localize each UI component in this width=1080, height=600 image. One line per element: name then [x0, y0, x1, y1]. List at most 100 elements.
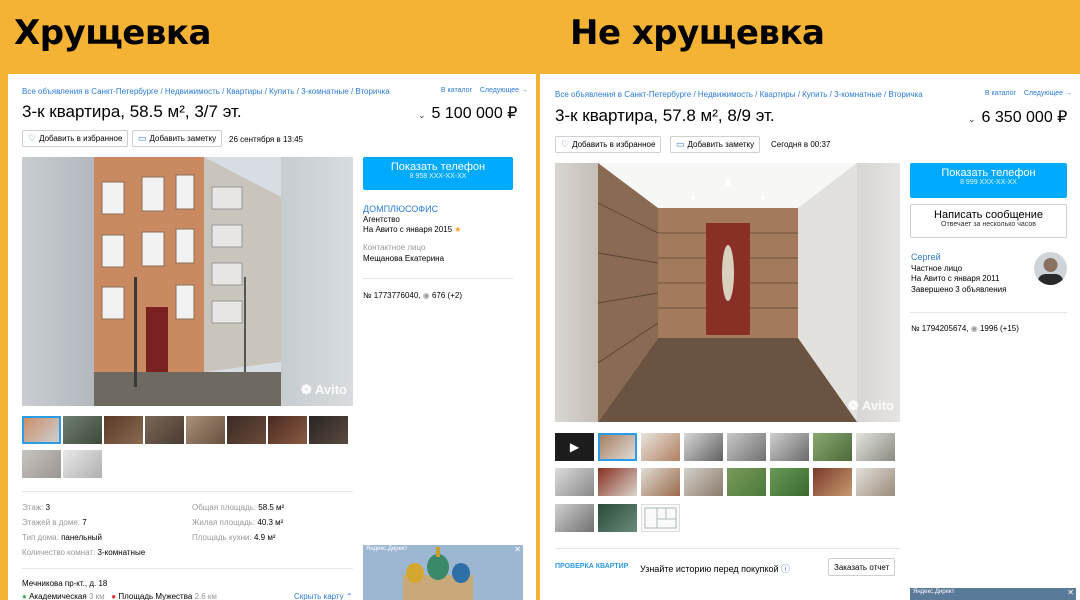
- catalog-nav: В каталог Следующее →: [985, 90, 1072, 97]
- thumbnail[interactable]: [22, 450, 61, 478]
- watermark-text: Avito: [314, 382, 347, 397]
- thumbnail[interactable]: [641, 433, 680, 461]
- param-living-area: Жилая площадь: 40.3 м²: [192, 518, 284, 533]
- thumbnail[interactable]: [268, 416, 307, 444]
- thumbnail[interactable]: [309, 416, 348, 444]
- thumbnail[interactable]: [555, 468, 594, 496]
- thumbnail[interactable]: [727, 433, 766, 461]
- thumbnail[interactable]: [598, 504, 637, 532]
- seller-name-link[interactable]: Сергей: [911, 252, 941, 262]
- ad-stats: № 1773776040, ◉ 676 (+2): [363, 291, 462, 300]
- thumbnail[interactable]: [22, 416, 61, 444]
- close-icon[interactable]: ✕: [1067, 588, 1074, 597]
- add-note-label: Добавить заметку: [149, 134, 217, 143]
- right-caption-tab: Не хрущевка: [540, 0, 825, 74]
- thumbnail[interactable]: [63, 450, 102, 478]
- thumbnail[interactable]: [770, 433, 809, 461]
- thumbnail[interactable]: [186, 416, 225, 444]
- chevron-up-icon: ⌃: [345, 592, 353, 600]
- thumbnail[interactable]: [145, 416, 184, 444]
- param-value: 40.3 м²: [257, 518, 284, 527]
- thumbnail[interactable]: [598, 433, 637, 461]
- help-icon[interactable]: ⓘ: [781, 564, 790, 574]
- floorplan-icon: [644, 507, 677, 529]
- main-photo[interactable]: ❁ Avito: [555, 163, 900, 422]
- main-photo[interactable]: ❁ Avito: [22, 157, 353, 406]
- seller-since: На Авито с января 2015 ★: [363, 225, 461, 234]
- page-title: 3-к квартира, 57.8 м², 8/9 эт.: [555, 106, 775, 125]
- seller-type: Агентство: [363, 215, 400, 224]
- thumbnail[interactable]: [727, 468, 766, 496]
- show-phone-button[interactable]: Показать телефон 8 999 XXX-XX-XX: [910, 163, 1067, 198]
- thumbnail[interactable]: [813, 468, 852, 496]
- listing-date: 26 сентября в 13:45: [229, 135, 303, 144]
- metro-station: Площадь Мужества: [118, 592, 193, 600]
- heart-icon: ♡: [28, 133, 37, 143]
- write-message-button[interactable]: Написать сообщение Отвечает за несколько…: [910, 204, 1067, 238]
- hallway-photo: [598, 163, 857, 422]
- hide-map-link[interactable]: Скрыть карту ⌃: [294, 592, 353, 600]
- thumbnail[interactable]: [813, 433, 852, 461]
- price[interactable]: ⌄ 6 350 000 ₽: [968, 107, 1067, 127]
- catalog-link[interactable]: В каталог: [441, 87, 472, 94]
- contact-label: Контактное лицо: [363, 243, 426, 252]
- param-value: 3: [45, 503, 51, 512]
- param-value: 7: [82, 518, 87, 527]
- seller-name-link[interactable]: ДОМПЛЮСОФИС: [363, 204, 438, 214]
- order-report-label: Заказать отчет: [834, 562, 890, 572]
- seller-since: На Авито с января 2011: [911, 274, 1000, 283]
- metro-distance: 2.6 км: [194, 592, 217, 600]
- yandex-ad-banner[interactable]: Яндекс.Директ ✕: [910, 588, 1076, 600]
- metro-distance: 3 км: [88, 592, 105, 600]
- add-favorite-button[interactable]: ♡ Добавить в избранное: [555, 136, 662, 153]
- ad-stats: № 1794205674, ◉ 1996 (+15): [911, 324, 1019, 333]
- price[interactable]: ⌄ 5 100 000 ₽: [418, 103, 517, 123]
- phone-number: 8 958 XXX-XX-XX: [409, 173, 467, 180]
- param-label: Площадь кухни:: [192, 533, 252, 542]
- thumbnail[interactable]: [555, 504, 594, 532]
- price-value: 5 100 000 ₽: [431, 105, 518, 122]
- thumbnail[interactable]: [856, 433, 895, 461]
- video-thumbnail[interactable]: ▶: [555, 433, 594, 461]
- price-value: 6 350 000 ₽: [981, 109, 1068, 126]
- show-phone-button[interactable]: Показать телефон 8 958 XXX-XX-XX: [363, 157, 513, 190]
- thumbnail[interactable]: [227, 416, 266, 444]
- yandex-ad-banner[interactable]: Яндекс.Директ ✕: [363, 545, 523, 600]
- thumbnail[interactable]: [770, 468, 809, 496]
- catalog-link[interactable]: В каталог: [985, 90, 1016, 97]
- breadcrumb[interactable]: Все объявления в Санкт-Петербурге / Недв…: [555, 90, 923, 99]
- add-note-button[interactable]: ▭ Добавить заметку: [670, 136, 761, 153]
- breadcrumb[interactable]: Все объявления в Санкт-Петербурге / Недв…: [22, 87, 390, 96]
- param-label: Этажей в доме:: [22, 518, 81, 527]
- order-report-button[interactable]: Заказать отчет: [828, 558, 896, 576]
- seller-type: Частное лицо: [911, 264, 963, 273]
- thumbnail[interactable]: [684, 433, 723, 461]
- add-note-button[interactable]: ▭ Добавить заметку: [132, 130, 223, 147]
- view-count: 676 (+2): [431, 291, 463, 300]
- thumbnail[interactable]: [856, 468, 895, 496]
- avito-logo-icon: ❁: [300, 382, 312, 397]
- ad-label: Яндекс.Директ: [913, 589, 955, 595]
- show-phone-label: Показать телефон: [390, 161, 486, 173]
- hide-map-label: Скрыть карту: [294, 592, 344, 600]
- chevron-down-icon: ⌄: [968, 114, 976, 124]
- eye-icon: ◉: [970, 324, 978, 333]
- thumbnail[interactable]: [684, 468, 723, 496]
- thumbnail[interactable]: [104, 416, 143, 444]
- ad-id: № 1794205674,: [911, 324, 969, 333]
- thumbnail[interactable]: [641, 468, 680, 496]
- floorplan-thumbnail[interactable]: [641, 504, 680, 532]
- add-favorite-button[interactable]: ♡ Добавить в избранное: [22, 130, 129, 147]
- right-caption: Не хрущевка: [570, 13, 825, 53]
- left-caption-tab: Хрущевка: [0, 0, 212, 74]
- history-check-label: Узнайте историю перед покупкой: [640, 564, 779, 574]
- next-link[interactable]: Следующее →: [1024, 90, 1072, 97]
- params-right: Общая площадь: 58.5 м² Жилая площадь: 40…: [192, 503, 284, 548]
- left-listing-page: Все объявления в Санкт-Петербурге / Недв…: [8, 74, 536, 600]
- next-link[interactable]: Следующее →: [480, 87, 528, 94]
- listing-date: Сегодня в 00:37: [771, 140, 831, 149]
- avatar[interactable]: [1034, 252, 1067, 285]
- thumbnail[interactable]: [598, 468, 637, 496]
- thumbnail[interactable]: [63, 416, 102, 444]
- close-icon[interactable]: ✕: [514, 545, 521, 554]
